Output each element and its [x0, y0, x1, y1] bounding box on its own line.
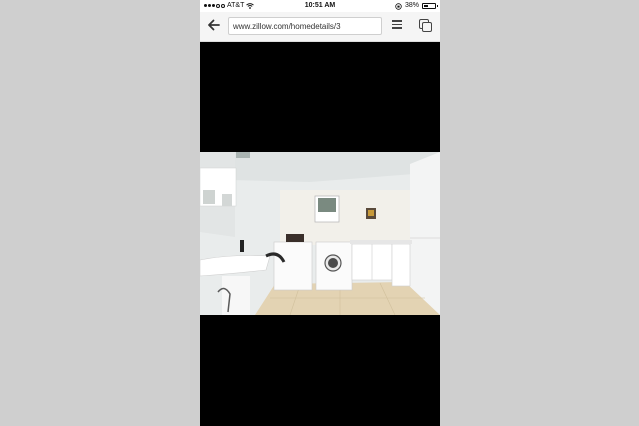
url-bar[interactable]: www.zillow.com/homedetails/3 [228, 17, 382, 35]
menu-icon[interactable] [392, 20, 402, 32]
orientation-lock-icon [395, 2, 402, 10]
phone-screen: AT&T 10:51 AM 38% www.zillow.com/homedet… [200, 0, 440, 426]
battery-status: 38% [395, 0, 438, 12]
status-bar: AT&T 10:51 AM 38% [200, 0, 440, 12]
battery-percent: 38% [404, 2, 419, 9]
back-arrow-icon[interactable] [206, 18, 222, 34]
browser-toolbar: www.zillow.com/homedetails/3 [200, 12, 440, 42]
tabs-icon[interactable] [419, 19, 432, 32]
battery-icon [422, 3, 438, 9]
laundry-room-photo[interactable] [200, 152, 440, 315]
